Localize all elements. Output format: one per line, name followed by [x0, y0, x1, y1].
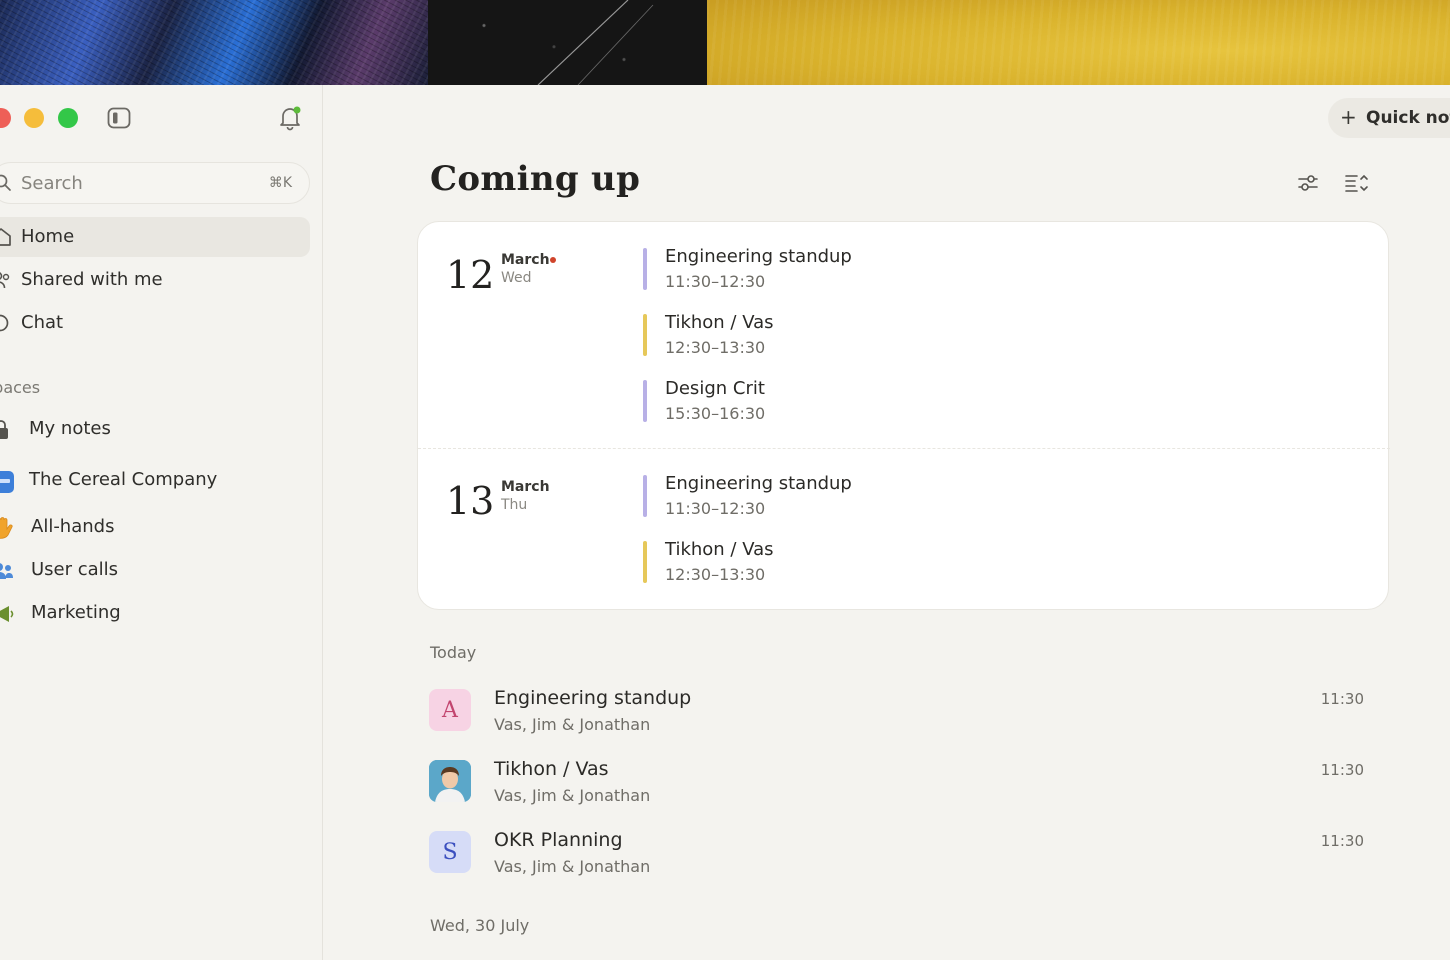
decorative-banner [0, 0, 1450, 85]
plus-icon: + [1340, 105, 1357, 129]
search-icon [0, 174, 11, 191]
event-title: Tikhon / Vas [665, 312, 774, 333]
banner-texture-blue [0, 0, 428, 85]
space-item-label: My notes [29, 418, 111, 439]
nav-item-chat[interactable]: Chat [0, 303, 310, 343]
space-item-label: The Cereal Company [29, 469, 218, 490]
space-item-label: User calls [31, 559, 119, 580]
event-color-bar [643, 541, 647, 583]
event-time: 12:30–13:30 [665, 565, 766, 584]
space-item-user-calls[interactable]: User calls [0, 553, 320, 589]
nav-item-home[interactable]: Home [0, 217, 310, 257]
banner-texture-dark [428, 0, 708, 85]
space-item-label: All-hands [31, 516, 115, 537]
event-time: 11:30–12:30 [665, 499, 766, 518]
notifications-bell-icon[interactable] [278, 105, 302, 131]
space-item-all-hands[interactable]: All-hands [0, 510, 320, 546]
company-logo-icon [0, 471, 14, 493]
window-minimize-button[interactable] [24, 108, 44, 128]
event-title: Tikhon / Vas [665, 539, 774, 560]
space-item-marketing[interactable]: Marketing [0, 596, 320, 632]
date-section-label: Wed, 30 July [430, 916, 530, 935]
event-item[interactable]: Engineering standup 11:30–12:30 [643, 246, 1243, 291]
meeting-title: OKR Planning [494, 829, 623, 851]
day-number: 12 [446, 253, 495, 297]
meeting-participants: Vas, Jim & Jonathan [494, 857, 651, 876]
event-time: 12:30–13:30 [665, 338, 766, 357]
filter-sliders-icon[interactable] [1296, 171, 1320, 195]
day-month: March [501, 252, 550, 268]
search-placeholder: Search [21, 173, 83, 194]
nav-item-label: Chat [21, 312, 64, 333]
space-item-label: Marketing [31, 602, 121, 623]
event-item[interactable]: Engineering standup 11:30–12:30 [643, 473, 1243, 518]
lock-icon [0, 420, 8, 439]
event-item[interactable]: Design Crit 15:30–16:30 [643, 378, 1243, 423]
event-title: Design Crit [665, 378, 765, 399]
meeting-time: 11:30 [1320, 761, 1364, 779]
meeting-title: Tikhon / Vas [494, 758, 609, 780]
day-weekday: Thu [501, 497, 528, 513]
raised-hand-icon [0, 517, 13, 539]
today-section-label: Today [430, 643, 477, 662]
window-maximize-button[interactable] [58, 108, 78, 128]
event-title: Engineering standup [665, 473, 852, 494]
sidebar: Search ⌘K Home Shared with me Chat Space… [0, 85, 323, 960]
event-time: 11:30–12:30 [665, 272, 766, 291]
people-icon [0, 563, 13, 579]
event-color-bar [643, 314, 647, 356]
meeting-avatar: A [429, 689, 471, 731]
day-month: March [501, 479, 550, 495]
quick-note-label: Quick note [1366, 108, 1450, 128]
event-item[interactable]: Tikhon / Vas 12:30–13:30 [643, 312, 1243, 357]
search-shortcut: ⌘K [268, 175, 292, 191]
person-avatar-icon [429, 760, 471, 802]
shared-icon [0, 272, 10, 289]
meeting-participants: Vas, Jim & Jonathan [494, 786, 651, 805]
today-indicator-dot [550, 257, 556, 263]
banner-texture-yellow [707, 0, 1450, 85]
event-color-bar [643, 475, 647, 517]
megaphone-icon [0, 606, 14, 622]
meeting-participants: Vas, Jim & Jonathan [494, 715, 651, 734]
event-color-bar [643, 380, 647, 422]
coming-up-card: 12 March Wed Engineering standup 11:30–1… [417, 221, 1390, 610]
home-icon [0, 228, 11, 246]
event-time: 15:30–16:30 [665, 404, 766, 423]
event-item[interactable]: Tikhon / Vas 12:30–13:30 [643, 539, 1243, 584]
meeting-title: Engineering standup [494, 687, 692, 709]
sidebar-toggle-icon[interactable] [107, 107, 131, 129]
day-divider [418, 448, 1390, 449]
meeting-time: 11:30 [1320, 690, 1364, 708]
page-title: Coming up [430, 159, 641, 199]
day-weekday: Wed [501, 270, 532, 286]
nav-item-shared-with-me[interactable]: Shared with me [0, 260, 310, 300]
event-color-bar [643, 248, 647, 290]
spaces-section-label: Spaces [0, 378, 41, 397]
meeting-row[interactable]: A Engineering standup Vas, Jim & Jonatha… [429, 687, 1369, 737]
window-close-button[interactable] [0, 108, 11, 128]
meeting-row[interactable]: S OKR Planning Vas, Jim & Jonathan 11:30 [429, 829, 1369, 879]
nav-item-label: Shared with me [21, 269, 163, 290]
chat-icon [0, 314, 9, 332]
sort-list-icon[interactable] [1343, 171, 1369, 195]
space-item-the-cereal-company[interactable]: The Cereal Company [0, 463, 320, 499]
meeting-row[interactable]: Tikhon / Vas Vas, Jim & Jonathan 11:30 [429, 758, 1369, 808]
nav-item-label: Home [21, 226, 75, 247]
meeting-time: 11:30 [1320, 832, 1364, 850]
space-item-my-notes[interactable]: My notes [0, 412, 320, 448]
day-number: 13 [446, 479, 495, 523]
search-box[interactable]: Search ⌘K [0, 162, 310, 204]
quick-note-button[interactable]: + Quick note [1328, 98, 1450, 138]
meeting-avatar-photo [429, 760, 471, 802]
event-title: Engineering standup [665, 246, 852, 267]
meeting-avatar: S [429, 831, 471, 873]
banner-streak-lines [537, 0, 654, 85]
